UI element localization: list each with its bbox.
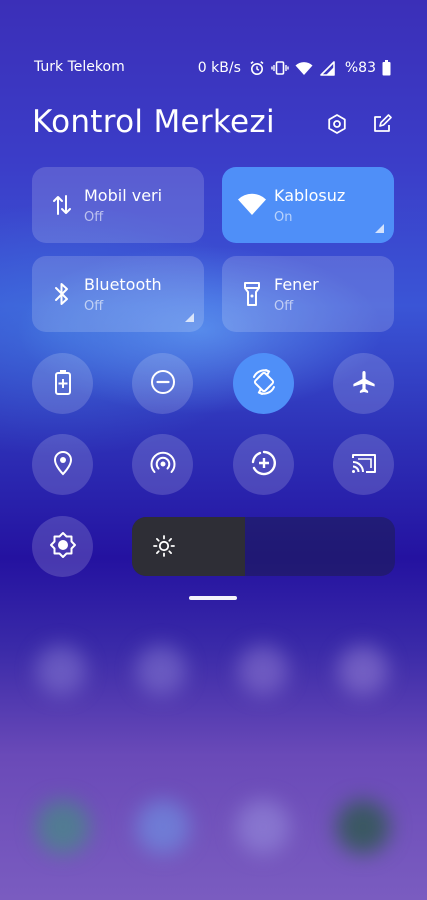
tile-state: Off — [84, 299, 104, 314]
battery-level: %83 — [344, 60, 376, 76]
auto-rotate-toggle[interactable] — [233, 353, 294, 414]
tile-state: Off — [274, 299, 294, 314]
blurred-dock-icon — [136, 800, 190, 854]
signal-icon — [319, 60, 335, 76]
brightness-slider[interactable] — [132, 517, 395, 576]
settings-button[interactable] — [324, 113, 350, 139]
blurred-dock-icon — [336, 800, 390, 854]
wifi-status-icon — [295, 61, 313, 76]
tile-state: On — [274, 210, 293, 225]
location-icon — [52, 450, 74, 480]
bluetooth-icon — [50, 282, 74, 306]
mobile-data-icon — [50, 193, 74, 217]
brightness-icon — [152, 534, 176, 558]
data-saver-icon — [250, 449, 278, 481]
blurred-home-icon — [338, 645, 388, 695]
adaptive-brightness-toggle[interactable] — [32, 516, 93, 577]
battery-saver-icon — [54, 369, 72, 399]
cast-toggle[interactable] — [333, 434, 394, 495]
page-title: Kontrol Merkezi — [32, 104, 275, 140]
battery-icon — [382, 60, 391, 76]
status-bar: Turk Telekom 0 kB/s %83 — [0, 57, 427, 79]
status-icons: 0 kB/s %83 — [198, 57, 391, 79]
do-not-disturb-icon — [150, 369, 176, 399]
network-speed: 0 kB/s — [197, 60, 241, 76]
data-saver-toggle[interactable] — [233, 434, 294, 495]
battery-saver-toggle[interactable] — [32, 353, 93, 414]
drag-handle[interactable] — [189, 596, 237, 600]
edit-icon — [371, 113, 393, 139]
airplane-mode-toggle[interactable] — [333, 353, 394, 414]
hotspot-icon — [149, 451, 177, 479]
edit-button[interactable] — [369, 113, 395, 139]
blurred-home-icon — [238, 645, 288, 695]
vibrate-icon — [271, 60, 289, 76]
location-toggle[interactable] — [32, 434, 93, 495]
alarm-icon — [249, 60, 265, 76]
blurred-dock-icon — [236, 800, 290, 854]
expand-corner-icon[interactable] — [375, 224, 384, 233]
expand-corner-icon[interactable] — [185, 313, 194, 322]
tile-mobile-data[interactable]: Mobil veri Off — [32, 167, 204, 243]
hotspot-toggle[interactable] — [132, 434, 193, 495]
tile-wifi[interactable]: Kablosuz On — [222, 167, 394, 243]
tile-label: Kablosuz — [274, 186, 346, 205]
settings-icon — [326, 113, 348, 139]
do-not-disturb-toggle[interactable] — [132, 353, 193, 414]
flashlight-icon — [240, 282, 264, 306]
blurred-dock-icon — [36, 800, 90, 854]
tile-state: Off — [84, 210, 104, 225]
tile-label: Mobil veri — [84, 186, 163, 205]
tile-bluetooth[interactable]: Bluetooth Off — [32, 256, 204, 332]
wifi-icon — [236, 193, 268, 217]
blurred-home-icon — [36, 645, 86, 695]
carrier-name: Turk Telekom — [34, 59, 125, 75]
tile-label: Fener — [274, 275, 319, 294]
blurred-home-icon — [136, 645, 186, 695]
cast-icon — [350, 451, 378, 479]
tile-label: Bluetooth — [84, 275, 162, 294]
adaptive-brightness-icon — [49, 531, 77, 563]
tile-flashlight[interactable]: Fener Off — [222, 256, 394, 332]
auto-rotate-icon — [250, 368, 278, 400]
airplane-icon — [351, 369, 377, 399]
brightness-fill — [132, 517, 246, 576]
